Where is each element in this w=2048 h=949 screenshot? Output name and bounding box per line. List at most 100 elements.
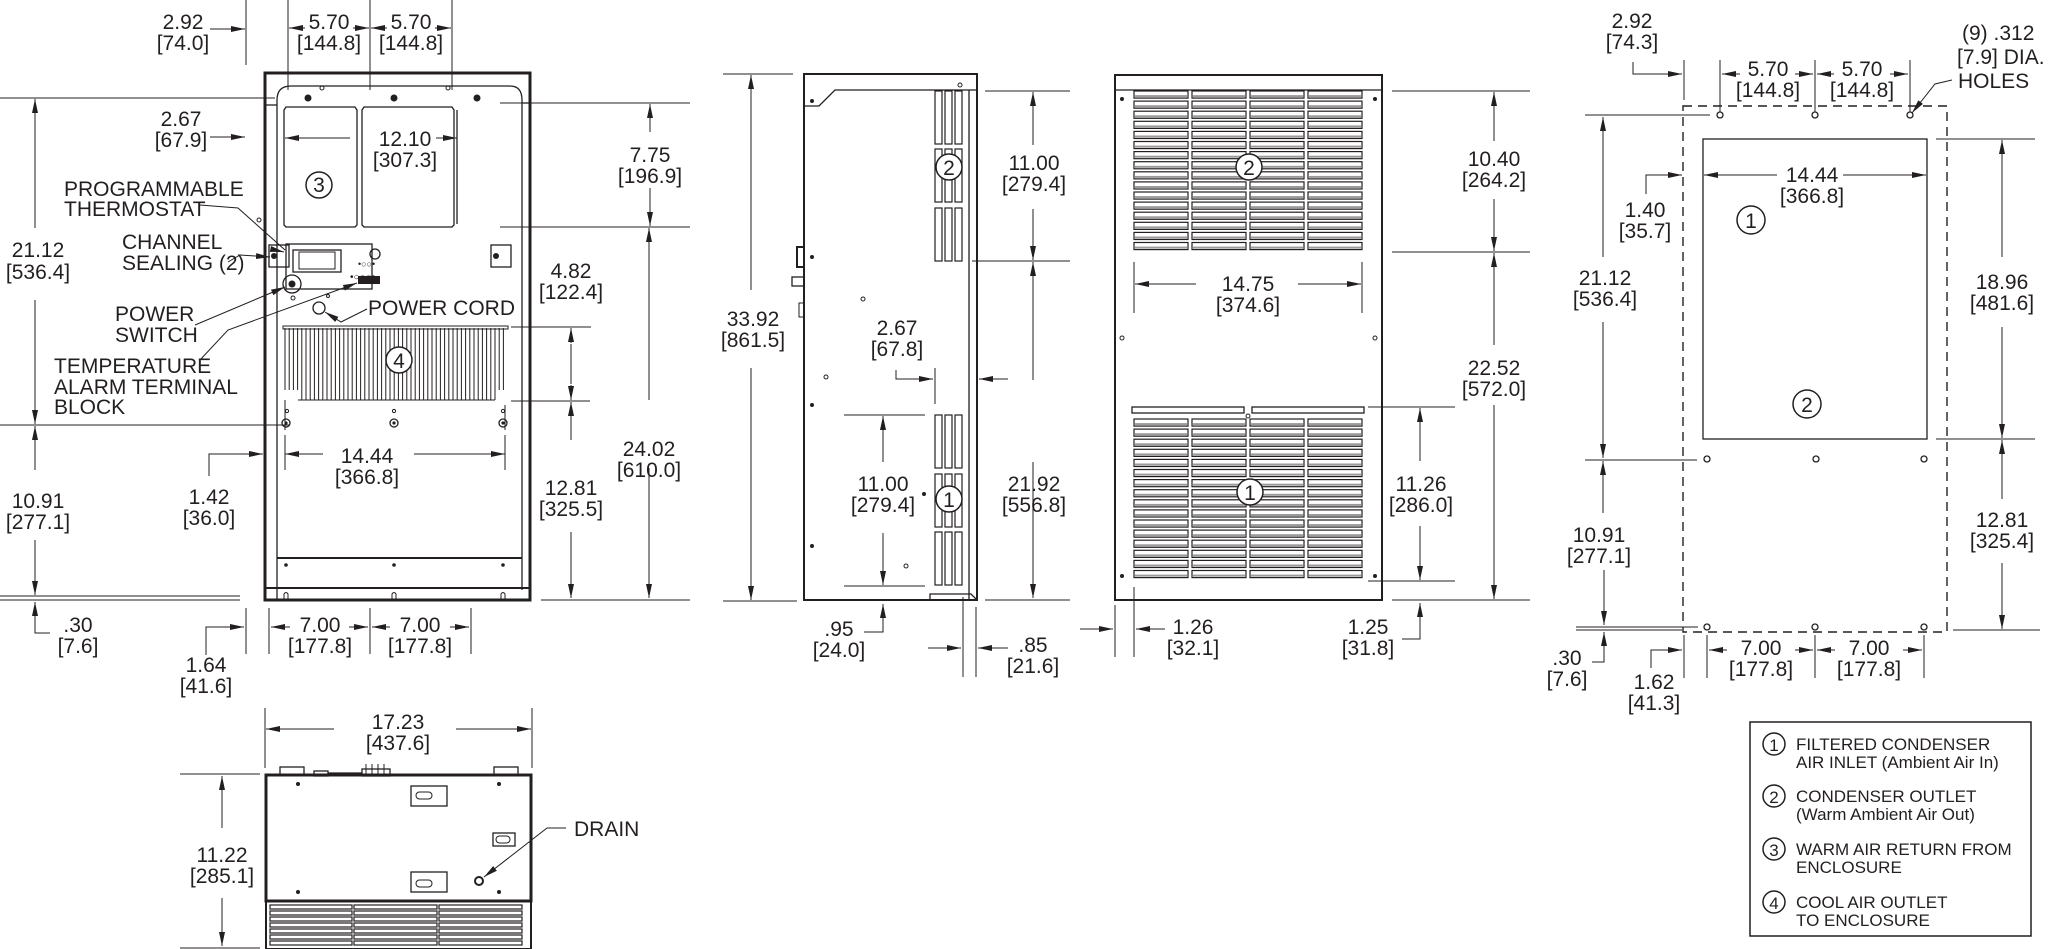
svg-text:CONDENSER OUTLET: CONDENSER OUTLET xyxy=(1796,787,1976,806)
svg-text:7.00: 7.00 xyxy=(1849,637,1890,660)
svg-text:[481.6]: [481.6] xyxy=(1970,292,2034,315)
dim-side-offset: 2.67 [67.9] xyxy=(155,108,208,152)
bottom-louver-slot xyxy=(353,916,438,922)
mount-hole xyxy=(1811,623,1819,631)
dim-side-inlet-height: 11.00 [279.4] xyxy=(851,473,915,517)
svg-text:[177.8]: [177.8] xyxy=(388,635,452,658)
dim-cutout-foot-spacing-1: 7.00 [177.8] xyxy=(1729,637,1793,681)
svg-text:[861.5]: [861.5] xyxy=(721,329,785,352)
bottom-louver-slot xyxy=(438,910,523,916)
thermostat-label: PROGRAMMABLE THERMOSTAT xyxy=(64,178,250,221)
svg-text:1.62: 1.62 xyxy=(1634,671,1675,694)
svg-text:21.12: 21.12 xyxy=(12,239,65,262)
dim-foot-spacing-2: 7.00 [177.8] xyxy=(388,614,452,658)
rear-marker-1-text: 1 xyxy=(1244,482,1256,505)
dim-cutout-upper-height: 21.12 [536.4] xyxy=(1573,267,1637,311)
dim-cutout-hole-spacing-2: 5.70 [144.8] xyxy=(1830,58,1894,102)
svg-text:.30: .30 xyxy=(1552,647,1581,670)
dim-cutout-base-offset: .30 [7.6] xyxy=(1547,647,1588,691)
svg-text:[437.6]: [437.6] xyxy=(366,732,430,755)
svg-text:[177.8]: [177.8] xyxy=(1837,658,1901,681)
svg-text:21.12: 21.12 xyxy=(1579,267,1632,290)
svg-text:[24.0]: [24.0] xyxy=(813,639,866,662)
dim-lower-height: 12.81 [325.5] xyxy=(539,477,603,521)
svg-text:14.75: 14.75 xyxy=(1222,273,1275,296)
svg-text:7.75: 7.75 xyxy=(630,144,671,167)
svg-text:7.00: 7.00 xyxy=(1741,637,1782,660)
bottom-louver-slot xyxy=(438,928,523,934)
dim-foot-spacing-1: 7.00 [177.8] xyxy=(288,614,352,658)
svg-text:10.40: 10.40 xyxy=(1468,148,1521,171)
svg-text:.95: .95 xyxy=(824,618,853,641)
svg-text:[286.0]: [286.0] xyxy=(1389,494,1453,517)
svg-text:AIR INLET (Ambient Air In): AIR INLET (Ambient Air In) xyxy=(1796,753,1999,772)
bottom-view: 17.23 [437.6] DRAIN 11.22 [285.1] xyxy=(180,708,639,949)
side-louver-slot xyxy=(944,90,953,145)
svg-text:[7.6]: [7.6] xyxy=(58,635,99,658)
svg-text:12.10: 12.10 xyxy=(379,128,432,151)
bottom-louver-slot xyxy=(269,940,353,946)
dim-cutout-foot-spacing-2: 7.00 [177.8] xyxy=(1837,637,1901,681)
svg-text:[67.8]: [67.8] xyxy=(871,338,924,361)
dim-side-lower-height: 21.92 [556.8] xyxy=(1002,473,1066,517)
dim-foot-offset: 1.64 [41.6] xyxy=(180,654,233,698)
cutout-view: 1 2 (9) .312 [7.9] DIA. HOLES 2.92 [74.3… xyxy=(1547,10,2045,715)
bottom-body xyxy=(264,773,533,903)
svg-text:[67.9]: [67.9] xyxy=(155,129,208,152)
svg-text:5.70: 5.70 xyxy=(1842,58,1883,81)
svg-text:4.82: 4.82 xyxy=(551,260,592,283)
dim-outlet-height: 4.82 [122.4] xyxy=(539,260,603,304)
terminal-leader xyxy=(199,282,358,361)
svg-text:.30: .30 xyxy=(63,614,92,637)
dim-side-lip: .85 [21.6] xyxy=(1007,634,1060,678)
dim-cutout-width: 14.44 [366.8] xyxy=(1780,164,1844,208)
svg-text:18.96: 18.96 xyxy=(1976,271,2029,294)
dim-rear-bottom-offset: 1.25 [31.8] xyxy=(1342,616,1395,660)
svg-text:[177.8]: [177.8] xyxy=(288,635,352,658)
rear-view: 2 1 14.75 [374.6] 10.40 [264.2] 22.52 [5… xyxy=(1080,74,1530,660)
dim-flange-depth: 2.67 [67.8] xyxy=(871,317,924,361)
dim-top-offset: 2.92 [74.0] xyxy=(157,11,210,55)
side-louver-slot xyxy=(934,207,943,262)
svg-text:[122.4]: [122.4] xyxy=(539,281,603,304)
side-louver-slot xyxy=(954,414,963,469)
svg-text:.85: .85 xyxy=(1018,634,1047,657)
svg-text:[572.0]: [572.0] xyxy=(1462,378,1526,401)
dim-cutout-side-offset: 1.40 [35.7] xyxy=(1619,199,1672,243)
rear-marker-2-text: 2 xyxy=(1243,157,1255,180)
bottom-louver-slot xyxy=(269,934,353,940)
bottom-louver-slot xyxy=(269,916,353,922)
svg-text:12.81: 12.81 xyxy=(1976,509,2029,532)
svg-text:[264.2]: [264.2] xyxy=(1462,169,1526,192)
svg-text:[41.3]: [41.3] xyxy=(1628,692,1681,715)
svg-text:[144.8]: [144.8] xyxy=(1830,79,1894,102)
mount-hole xyxy=(304,94,312,102)
svg-text:[610.0]: [610.0] xyxy=(617,459,681,482)
svg-text:[366.8]: [366.8] xyxy=(1780,185,1844,208)
dim-return-height: 7.75 [196.9] xyxy=(618,144,682,188)
bottom-louver-slot xyxy=(269,910,353,916)
cutout-marker-1-text: 1 xyxy=(1745,210,1757,233)
bottom-louver-slot xyxy=(353,940,438,946)
dim-side-bottom-offset: .95 [24.0] xyxy=(813,618,866,662)
side-louver-slot xyxy=(954,90,963,145)
dim-base-offset: .30 [7.6] xyxy=(58,614,99,658)
svg-text:14.44: 14.44 xyxy=(341,445,394,468)
mount-hole xyxy=(1716,111,1724,119)
svg-text:14.44: 14.44 xyxy=(1786,164,1839,187)
drain-hole xyxy=(474,876,484,886)
mount-hole xyxy=(1703,623,1711,631)
svg-text:3: 3 xyxy=(1769,841,1778,860)
svg-text:[31.8]: [31.8] xyxy=(1342,637,1395,660)
side-louver-slot xyxy=(944,207,953,262)
svg-text:5.70: 5.70 xyxy=(1748,58,1789,81)
bottom-louver-slot xyxy=(353,934,438,940)
dim-cutout-foot-offset: 1.62 [41.3] xyxy=(1628,671,1681,715)
dim-rear-outlet-height: 10.40 [264.2] xyxy=(1462,148,1526,192)
side-louver-slot xyxy=(934,531,943,586)
mount-hole xyxy=(1920,455,1928,463)
dim-rear-side-offset: 1.26 [32.1] xyxy=(1167,616,1220,660)
svg-text:[74.3]: [74.3] xyxy=(1606,31,1659,54)
svg-text:[536.4]: [536.4] xyxy=(6,261,70,284)
legend-item-1: 1 FILTERED CONDENSER AIR INLET (Ambient … xyxy=(1762,732,1999,772)
